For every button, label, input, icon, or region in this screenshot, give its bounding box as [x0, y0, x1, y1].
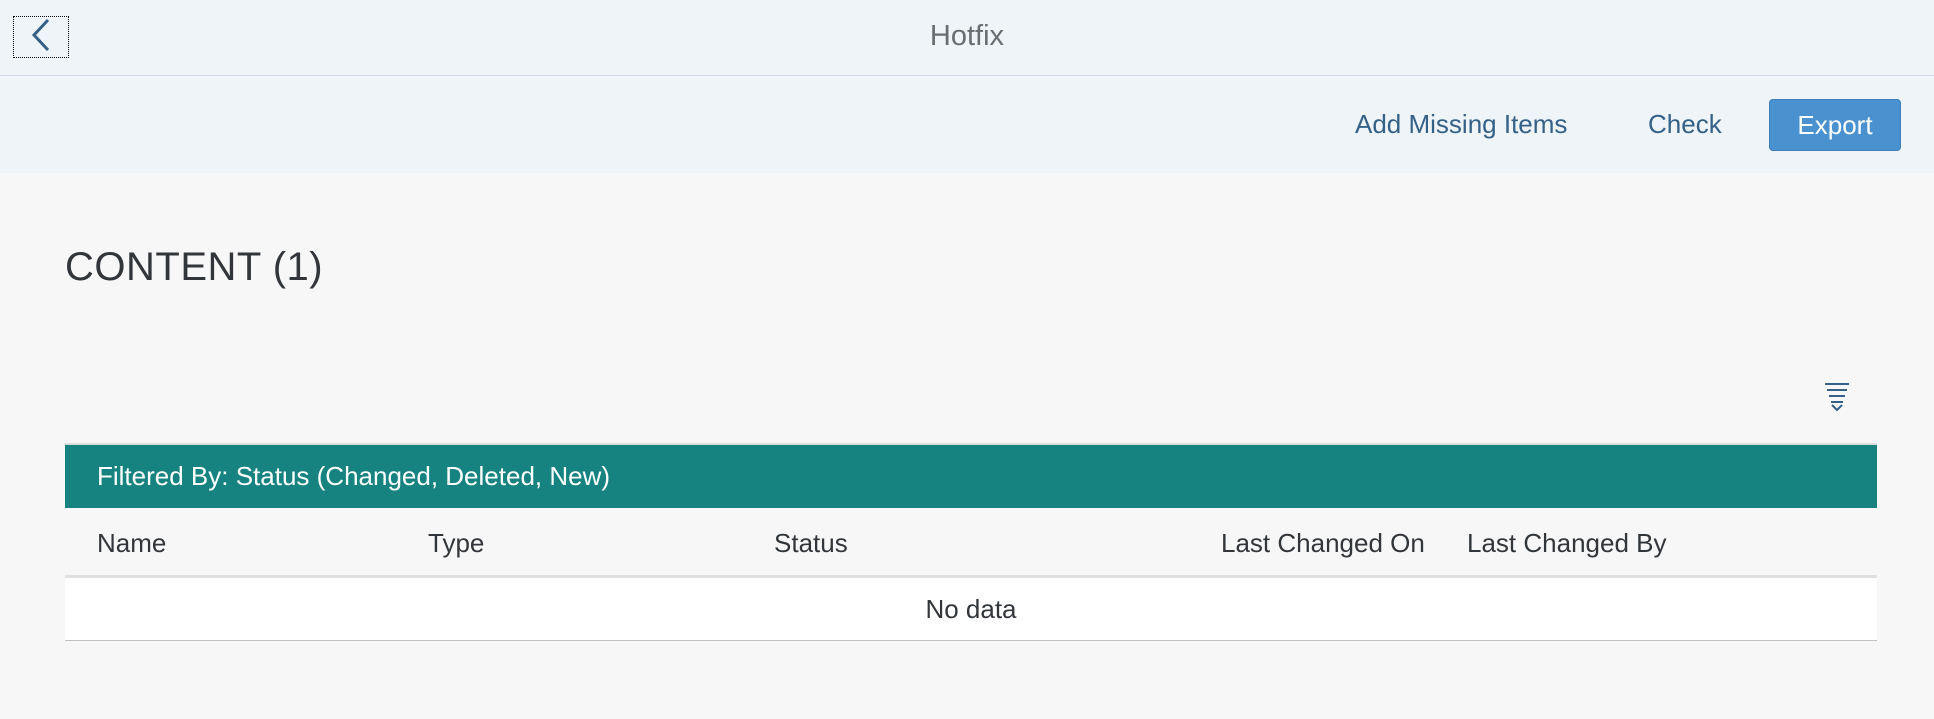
- column-header-last-changed-by[interactable]: Last Changed By: [1467, 528, 1666, 559]
- action-toolbar: Add Missing Items Check Export: [0, 77, 1934, 173]
- page-title: Hotfix: [929, 20, 1005, 52]
- table-settings-icon: [1822, 383, 1852, 418]
- table-header-row: Name Type Status Last Changed On Last Ch…: [65, 508, 1877, 578]
- table-settings-button[interactable]: [1822, 380, 1852, 414]
- content-table: Filtered By: Status (Changed, Deleted, N…: [65, 443, 1877, 641]
- filter-info-bar: Filtered By: Status (Changed, Deleted, N…: [65, 443, 1877, 508]
- column-header-type[interactable]: Type: [428, 528, 484, 559]
- column-header-last-changed-on[interactable]: Last Changed On: [1221, 528, 1425, 559]
- add-missing-items-button[interactable]: Add Missing Items: [1355, 99, 1567, 149]
- shell-header: Hotfix: [0, 0, 1934, 76]
- filter-info-text: Filtered By: Status (Changed, Deleted, N…: [97, 461, 611, 491]
- no-data-row: No data: [65, 578, 1877, 641]
- column-header-status[interactable]: Status: [774, 528, 848, 559]
- column-header-name[interactable]: Name: [97, 528, 166, 559]
- content-title: CONTENT (1): [65, 245, 324, 289]
- check-button[interactable]: Check: [1648, 99, 1722, 149]
- no-data-text: No data: [925, 593, 1017, 624]
- export-button[interactable]: Export: [1769, 99, 1901, 151]
